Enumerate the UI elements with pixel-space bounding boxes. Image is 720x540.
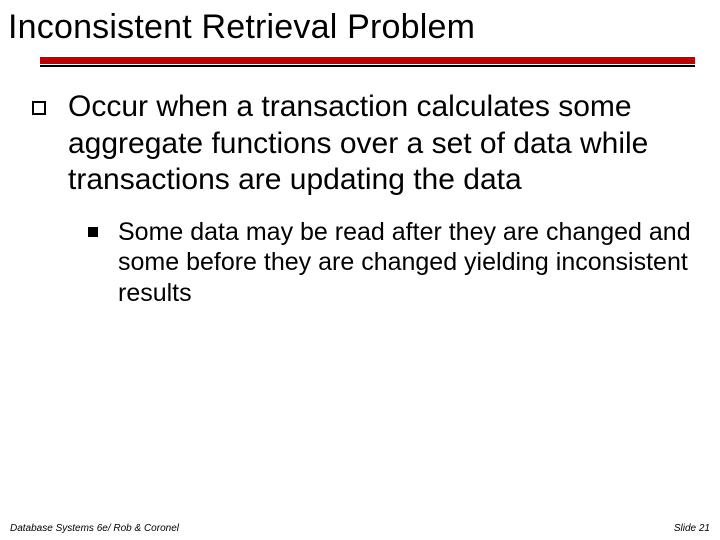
rule-black bbox=[40, 65, 695, 67]
title-underline bbox=[40, 57, 704, 67]
bullet-level2-text: Some data may be read after they are cha… bbox=[118, 217, 696, 309]
slide: Inconsistent Retrieval Problem Occur whe… bbox=[0, 0, 720, 540]
hollow-square-icon bbox=[32, 101, 46, 115]
rule-red bbox=[40, 57, 695, 64]
footer-left: Database Systems 6e/ Rob & Coronel bbox=[10, 523, 179, 534]
footer-right: Slide 21 bbox=[674, 523, 710, 534]
bullet-level2: Some data may be read after they are cha… bbox=[88, 217, 696, 309]
slide-title: Inconsistent Retrieval Problem bbox=[8, 8, 704, 47]
slide-body: Occur when a transaction calculates some… bbox=[6, 89, 704, 308]
solid-square-icon bbox=[88, 227, 98, 237]
slide-footer: Database Systems 6e/ Rob & Coronel Slide… bbox=[0, 523, 720, 534]
bullet-level1: Occur when a transaction calculates some… bbox=[26, 89, 696, 199]
bullet-level1-text: Occur when a transaction calculates some… bbox=[68, 89, 696, 199]
